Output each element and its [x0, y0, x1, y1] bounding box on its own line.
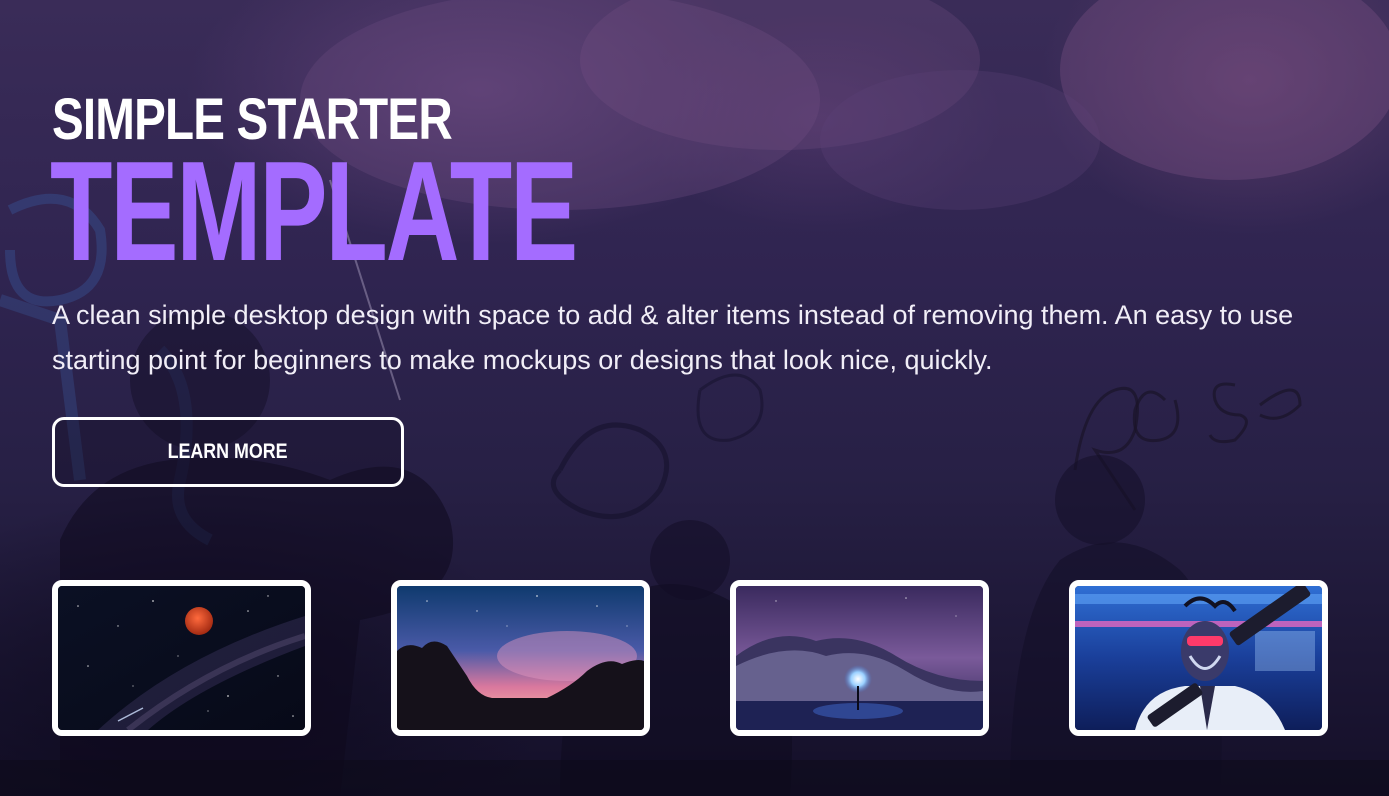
- night-mountain-light-orb-image: [736, 586, 983, 730]
- learn-more-button-label: LEARN MORE: [167, 440, 288, 463]
- blood-moon-milky-way-image: [58, 586, 305, 730]
- image-gallery: [52, 580, 1328, 736]
- hero-description: A clean simple desktop design with space…: [52, 300, 1294, 375]
- pink-sunset-rock-silhouette-image: [397, 586, 644, 730]
- learn-more-button[interactable]: LEARN MORE: [52, 417, 404, 487]
- hero-background: SIMPLE STARTER TEMPLATE A clean simple d…: [0, 0, 1389, 796]
- gallery-thumbnail-4[interactable]: [1069, 580, 1328, 736]
- gallery-thumbnail-3[interactable]: [730, 580, 989, 736]
- gallery-thumbnail-1[interactable]: [52, 580, 311, 736]
- neon-robot-figure-image: [1075, 586, 1322, 730]
- hero-title-line2: TEMPLATE: [50, 132, 578, 291]
- gallery-thumbnail-2[interactable]: [391, 580, 650, 736]
